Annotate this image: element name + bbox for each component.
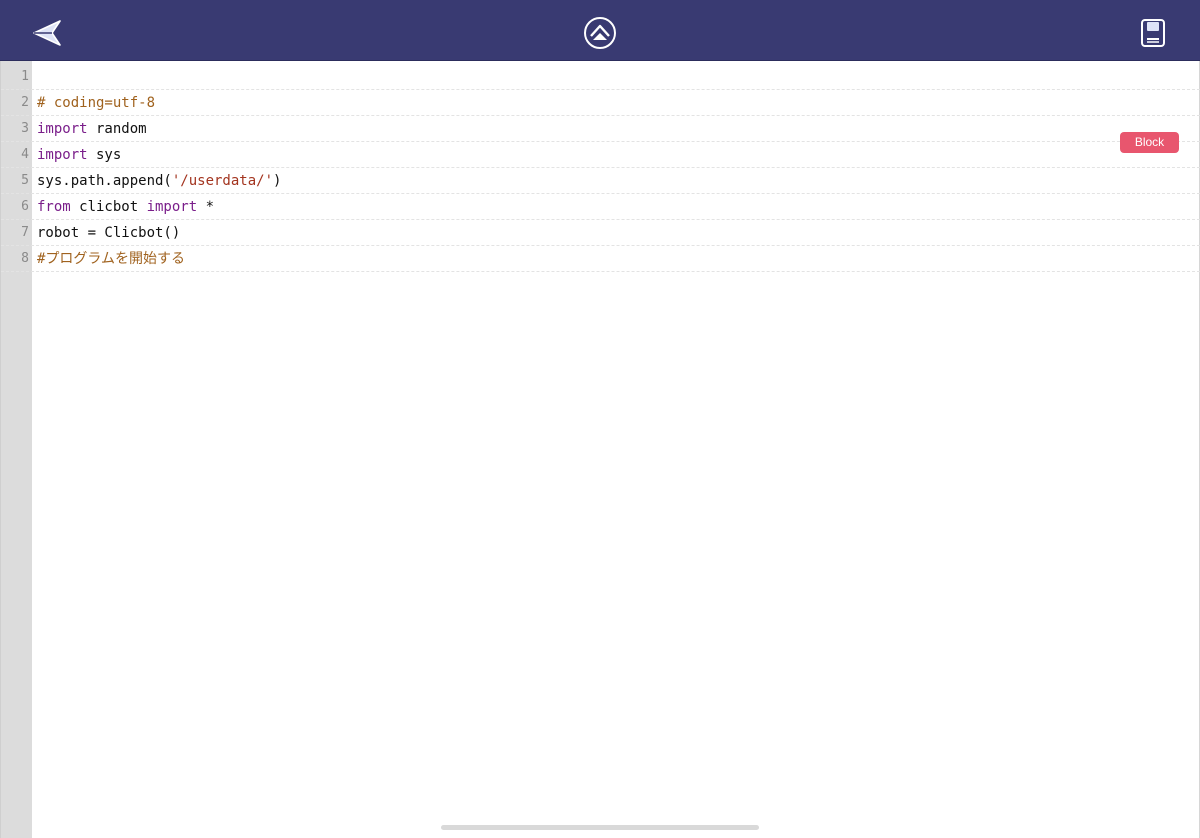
code-text[interactable]: # coding=utf-8 xyxy=(37,90,155,116)
code-line[interactable]: 8 #プログラムを開始する xyxy=(1,246,1200,272)
code-line[interactable]: 6 from clicbot import * xyxy=(1,194,1200,220)
code-token-comment: # coding=utf-8 xyxy=(37,95,156,111)
code-text[interactable]: from clicbot import * xyxy=(37,194,214,220)
code-token-text: robot = Clicbot() xyxy=(37,225,181,241)
code-line[interactable]: 4 import sys xyxy=(1,142,1200,168)
code-line[interactable]: 7 robot = Clicbot() xyxy=(1,220,1200,246)
code-token-keyword: import xyxy=(37,121,88,137)
code-token-keyword: import xyxy=(146,199,198,215)
code-token-text: sys.path.append( xyxy=(37,173,172,189)
code-line[interactable]: 5 sys.path.append('/userdata/') xyxy=(1,168,1200,194)
code-text[interactable]: #プログラムを開始する xyxy=(37,246,185,272)
block-mode-button[interactable]: Block xyxy=(1120,132,1179,153)
line-number: 3 xyxy=(21,121,29,136)
code-token-text: random xyxy=(87,121,147,137)
chevron-up-circle-icon[interactable] xyxy=(583,16,617,50)
code-token-string: '/userdata/' xyxy=(171,173,274,189)
code-text[interactable]: import random xyxy=(37,116,147,142)
back-icon[interactable] xyxy=(30,17,64,49)
code-token-text: sys xyxy=(87,147,122,163)
top-toolbar xyxy=(0,0,1200,61)
code-token-keyword: from xyxy=(37,199,71,215)
line-number: 5 xyxy=(21,173,29,188)
line-number: 8 xyxy=(21,251,29,266)
code-editor[interactable]: 1 2 # coding=utf-8 3 import random 4 import sy… xyxy=(0,61,1200,838)
line-number: 2 xyxy=(21,95,29,110)
code-line[interactable]: 2 # coding=utf-8 xyxy=(1,90,1200,116)
line-number: 7 xyxy=(21,225,29,240)
code-line[interactable]: 3 import random xyxy=(1,116,1200,142)
line-number: 1 xyxy=(21,69,29,84)
code-token-keyword: import xyxy=(37,147,88,163)
code-text[interactable]: import sys xyxy=(37,142,121,168)
line-number: 4 xyxy=(21,147,29,162)
code-token-text: clicbot xyxy=(70,199,147,215)
save-icon[interactable] xyxy=(1139,18,1167,48)
line-number: 6 xyxy=(21,199,29,214)
code-token-text: * xyxy=(197,199,215,215)
home-indicator xyxy=(441,825,759,830)
code-lines[interactable]: 1 2 # coding=utf-8 3 import random 4 import sy… xyxy=(1,64,1200,272)
code-line[interactable]: 1 xyxy=(1,64,1200,90)
code-token-text: ) xyxy=(273,173,282,189)
code-text[interactable]: robot = Clicbot() xyxy=(37,220,180,246)
code-text[interactable]: sys.path.append('/userdata/') xyxy=(37,168,281,194)
code-token-comment: #プログラムを開始する xyxy=(37,251,186,267)
